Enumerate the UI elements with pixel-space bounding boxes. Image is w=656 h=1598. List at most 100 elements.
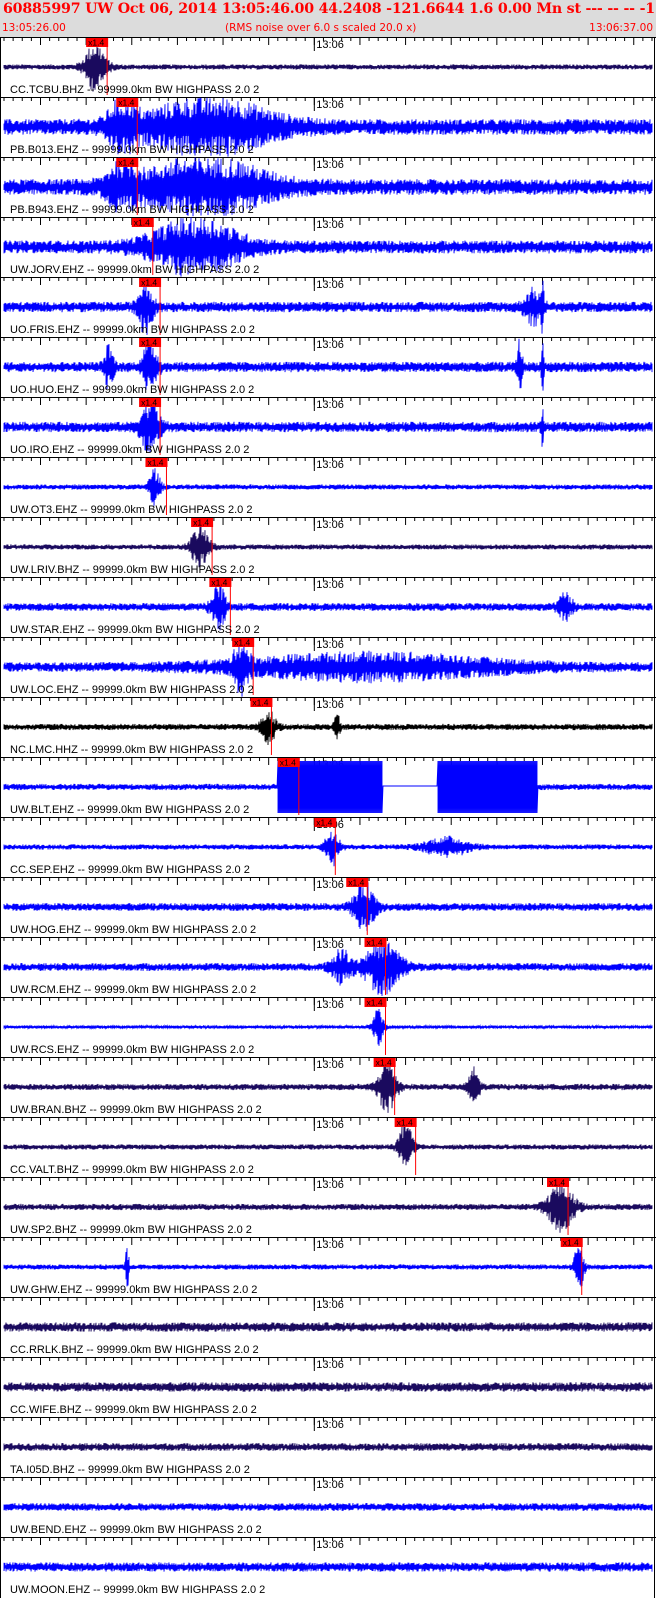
seismogram-panel: 13:06 x1.4 CC.TCBU.BHZ -- 99999.0km BW HIG… (0, 37, 656, 1598)
trace-stack: 13:06 x1.4 CC.TCBU.BHZ -- 99999.0km BW HIG… (0, 37, 656, 1598)
minute-label: 13:06 (316, 879, 344, 891)
minute-label: 13:06 (316, 1419, 344, 1431)
channel-label: PB.B013.EHZ -- 99999.0km BW HIGHPASS 2.0… (10, 144, 254, 156)
minute-label: 13:06 (316, 339, 344, 351)
channel-row-24: 13:06 TA.I05D.BHZ -- 99999.0km BW HIGHPAS… (0, 1417, 656, 1476)
minute-label: 13:06 (316, 579, 344, 591)
minute-label: 13:06 (316, 279, 344, 291)
minute-label: 13:06 (316, 939, 344, 951)
channel-label: UW.MOON.EHZ -- 99999.0km BW HIGHPASS 2.0… (10, 1584, 265, 1596)
waveform (3, 1248, 653, 1287)
channel-label: CC.WIFE.BHZ -- 99999.0km BW HIGHPASS 2.0… (10, 1404, 257, 1416)
minute-label: 13:06 (316, 159, 344, 171)
channel-label: UW.LOC.EHZ -- 99999.0km BW HIGHPASS 2.0 … (10, 684, 254, 696)
channel-label: CC.TCBU.BHZ -- 99999.0km BW HIGHPASS 2.0… (10, 84, 259, 96)
channel-label: NC.LMC.HHZ -- 99999.0km BW HIGHPASS 2.0 … (10, 744, 253, 756)
channel-row-3: 13:06 x1.4 PB.B943.EHZ -- 99999.0km BW HIG… (0, 157, 656, 217)
channel-row-8: 13:06 x1.4 UW.OT3.EHZ -- 99999.0km BW HIGH… (0, 457, 656, 516)
channel-row-18: 13:06 x1.4 UW.BRAN.BHZ -- 99999.0km BW HIG… (0, 1057, 656, 1116)
channel-row-13: 13:06x1.4UW.BLT.EHZ -- 99999.0km BW HIGH… (0, 757, 656, 816)
pick-label: x1.4 (280, 758, 296, 768)
pick-label: x1.4 (367, 938, 383, 948)
pick-label: x1.4 (118, 98, 134, 108)
channel-row-19: 13:06 x1.4 CC.VALT.BHZ -- 99999.0km BW HIG… (0, 1117, 656, 1176)
channel-label: UW.RCM.EHZ -- 99999.0km BW HIGHPASS 2.0 … (10, 984, 256, 996)
channel-label: CC.RRLK.BHZ -- 99999.0km BW HIGHPASS 2.0… (10, 1344, 259, 1356)
waveform (3, 1382, 653, 1392)
waveform (3, 1322, 653, 1332)
channel-row-2: 13:06 x1.4 PB.B013.EHZ -- 99999.0km BW HIG… (0, 97, 656, 157)
pick-label: x1.4 (376, 1058, 392, 1068)
pick-label: x1.4 (234, 638, 250, 648)
minute-label: 13:06 (316, 1119, 344, 1131)
channel-row-6: 13:06 x1.4 UO.HUO.EHZ -- 99999.0km BW HIGH… (0, 337, 656, 396)
pick-label: x1.4 (134, 218, 150, 228)
pick-label: x1.4 (252, 698, 268, 708)
channel-row-21: 13:06 x1.4 UW.GHW.EHZ -- 99999.0km BW HIGH… (0, 1237, 656, 1296)
minute-label: 13:06 (316, 99, 344, 111)
channel-label: TA.I05D.BHZ -- 99999.0km BW HIGHPASS 2.0… (10, 1464, 250, 1476)
channel-label: UW.GHW.EHZ -- 99999.0km BW HIGHPASS 2.0 … (10, 1284, 257, 1296)
pick-label: x1.4 (348, 878, 364, 888)
channel-row-4: 13:06 x1.4 UW.JORV.EHZ -- 99999.0km BW HIG… (0, 217, 656, 277)
pick-label: x1.4 (316, 818, 332, 828)
channel-row-10: 13:06 x1.4 UW.STAR.EHZ -- 99999.0km BW HIG… (0, 577, 656, 636)
channel-label: UW.HOG.EHZ -- 99999.0km BW HIGHPASS 2.0 … (10, 924, 256, 936)
minute-label: 13:06 (316, 459, 344, 471)
channel-label: UO.IRO.EHZ -- 99999.0km BW HIGHPASS 2.0 … (10, 444, 249, 456)
channel-label: UW.LRIV.BHZ -- 99999.0km BW HIGHPASS 2.0… (10, 564, 255, 576)
minute-label: 13:06 (316, 39, 344, 51)
pick-label: x1.4 (141, 398, 157, 408)
pick-label: x1.4 (141, 278, 157, 288)
waveform (3, 468, 653, 506)
minute-label: 13:06 (316, 1059, 344, 1071)
minute-label: 13:06 (316, 1299, 344, 1311)
channel-row-1: 13:06 x1.4 CC.TCBU.BHZ -- 99999.0km BW HIG… (0, 37, 656, 96)
channel-label: PB.B943.EHZ -- 99999.0km BW HIGHPASS 2.0… (10, 204, 254, 216)
channel-row-17: 13:06 x1.4 UW.RCS.EHZ -- 99999.0km BW HIGH… (0, 997, 656, 1056)
channel-label: UW.BRAN.BHZ -- 99999.0km BW HIGHPASS 2.0… (10, 1104, 262, 1116)
channel-row-15: 13:06 x1.4 UW.HOG.EHZ -- 99999.0km BW HIGH… (0, 877, 656, 936)
minute-label: 13:06 (316, 639, 344, 651)
pick-label: x1.4 (147, 458, 163, 468)
pick-label: x1.4 (193, 518, 209, 528)
minute-label: 13:06 (316, 1479, 344, 1491)
waveform (3, 1443, 653, 1451)
minute-label: 13:06 (316, 1179, 344, 1191)
waveform (3, 1008, 653, 1046)
channel-row-14: 13:06x1.4CC.SEP.EHZ -- 99999.0km BW HIGH… (0, 817, 656, 876)
channel-label: UO.FRIS.EHZ -- 99999.0km BW HIGHPASS 2.0… (10, 324, 255, 336)
channel-row-9: 13:06 x1.4 UW.LRIV.BHZ -- 99999.0km BW HIG… (0, 517, 656, 576)
pick-label: x1.4 (563, 1238, 579, 1248)
channel-row-22: 13:06 CC.RRLK.BHZ -- 99999.0km BW HIGHPAS… (0, 1297, 656, 1356)
channel-label: UW.STAR.EHZ -- 99999.0km BW HIGHPASS 2.0… (10, 624, 260, 636)
channel-label: UW.SP2.BHZ -- 99999.0km BW HIGHPASS 2.0 … (10, 1224, 252, 1236)
pick-label: x1.4 (549, 1178, 565, 1188)
pick-label: x1.4 (211, 578, 227, 588)
minute-label: 13:06 (316, 1239, 344, 1251)
channel-row-23: 13:06 CC.WIFE.BHZ -- 99999.0km BW HIGHPAS… (0, 1357, 656, 1416)
minute-label: 13:06 (316, 699, 344, 711)
minute-label: 13:06 (316, 999, 344, 1011)
minute-label: 13:06 (316, 1359, 344, 1371)
minute-label: 13:06 (316, 519, 344, 531)
channel-label: UW.RCS.EHZ -- 99999.0km BW HIGHPASS 2.0 … (10, 1044, 254, 1056)
pick-label: x1.4 (397, 1118, 413, 1128)
channel-row-20: 13:06 x1.4 UW.SP2.BHZ -- 99999.0km BW HIGH… (0, 1177, 656, 1236)
channel-row-25: 13:06 UW.BEND.EHZ -- 99999.0km BW HIGHPAS… (0, 1477, 656, 1536)
channel-label: CC.VALT.BHZ -- 99999.0km BW HIGHPASS 2.0… (10, 1164, 254, 1176)
waveform (3, 1562, 653, 1572)
pick-label: x1.4 (141, 338, 157, 348)
channel-row-7: 13:06 x1.4 UO.IRO.EHZ -- 99999.0km BW HIGH… (0, 397, 656, 456)
pick-label: x1.4 (367, 998, 383, 1008)
waveform (3, 1503, 653, 1511)
channel-row-12: 13:06 x1.4 NC.LMC.HHZ -- 99999.0km BW HIGH… (0, 697, 656, 756)
channel-label: UW.BLT.EHZ -- 99999.0km BW HIGHPASS 2.0 … (10, 804, 249, 816)
pick-label: x1.4 (88, 38, 104, 48)
channel-label: UW.JORV.EHZ -- 99999.0km BW HIGHPASS 2.0… (10, 264, 259, 276)
channel-row-16: 13:06 x1.4 UW.RCM.EHZ -- 99999.0km BW HIGH… (0, 937, 656, 996)
waveform (3, 711, 653, 746)
channel-label: CC.SEP.EHZ -- 99999.0km BW HIGHPASS 2.0 … (10, 864, 250, 876)
channel-label: UO.HUO.EHZ -- 99999.0km BW HIGHPASS 2.0 … (10, 384, 254, 396)
channel-row-26: 13:06 UW.MOON.EHZ -- 99999.0km BW HIGHPAS… (0, 1537, 656, 1596)
